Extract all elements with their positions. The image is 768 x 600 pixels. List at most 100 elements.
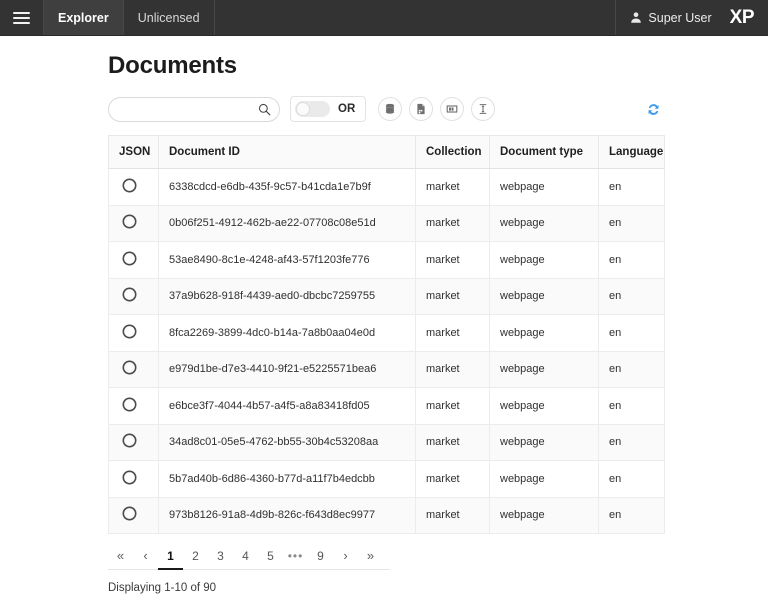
- json-viewer-icon[interactable]: [122, 433, 137, 448]
- json-viewer-cell[interactable]: [108, 277, 159, 315]
- table-row[interactable]: 5b7ad40b-6d86-4360-b77d-a11f7b4edcbb mark…: [108, 460, 665, 498]
- page-first-button[interactable]: «: [108, 546, 133, 570]
- document-types-filter-button[interactable]: [409, 97, 434, 121]
- collection-cell: market: [415, 496, 490, 534]
- json-viewer-icon[interactable]: [122, 214, 137, 229]
- tab-unlicensed[interactable]: Unlicensed: [124, 0, 215, 35]
- row-height-button[interactable]: [471, 97, 496, 121]
- columns-settings-button[interactable]: [440, 97, 465, 121]
- page-button-1[interactable]: 1: [158, 546, 183, 570]
- json-viewer-icon[interactable]: [122, 360, 137, 375]
- document-type-cell: webpage: [489, 387, 599, 425]
- table-row[interactable]: 34ad8c01-05e5-4762-bb55-30b4c53208aa mark…: [108, 423, 665, 461]
- hamburger-menu-button[interactable]: [0, 0, 44, 35]
- document-type-cell: webpage: [489, 423, 599, 461]
- search-box[interactable]: [108, 96, 280, 122]
- document-type-cell: webpage: [489, 314, 599, 352]
- page-button-5[interactable]: 5: [258, 546, 283, 570]
- app-logo: XP: [724, 0, 768, 35]
- document-id-cell: 6338cdcd-e6db-435f-9c57-b41cda1e7b9f: [158, 168, 416, 206]
- user-menu[interactable]: Super User: [616, 0, 723, 35]
- collection-cell: market: [415, 387, 490, 425]
- collection-cell: market: [415, 277, 490, 315]
- document-type-cell: webpage: [489, 496, 599, 534]
- json-viewer-icon[interactable]: [122, 470, 137, 485]
- json-viewer-cell[interactable]: [108, 460, 159, 498]
- table-row[interactable]: 37a9b628-918f-4439-aed0-dbcbc7259755 mark…: [108, 277, 665, 315]
- json-viewer-cell[interactable]: [108, 314, 159, 352]
- document-id-cell: e6bce3f7-4044-4b57-a4f5-a8a83418fd05: [158, 387, 416, 425]
- page-button-3[interactable]: 3: [208, 546, 233, 570]
- document-type-cell: webpage: [489, 350, 599, 388]
- json-viewer-icon[interactable]: [122, 506, 137, 521]
- column-header-language[interactable]: Language: [598, 135, 665, 169]
- page-button-4[interactable]: 4: [233, 546, 258, 570]
- page-previous-button[interactable]: ‹: [133, 546, 158, 570]
- hamburger-menu-icon: [13, 9, 30, 27]
- table-row[interactable]: 0b06f251-4912-462b-ae22-07708c08e51d mark…: [108, 204, 665, 242]
- documents-table-container: JSON Document ID Collection Document typ…: [108, 135, 665, 534]
- collection-cell: market: [415, 460, 490, 498]
- pagination: «‹ 1 2 3 4 5 ••• 9 ›»: [108, 546, 390, 570]
- toggle-knob: [296, 102, 310, 116]
- page-next-button[interactable]: ›: [333, 546, 358, 570]
- language-cell: en: [598, 277, 665, 315]
- json-viewer-cell[interactable]: [108, 168, 159, 206]
- tab-explorer-label: Explorer: [58, 10, 109, 25]
- json-viewer-icon[interactable]: [122, 287, 137, 302]
- document-type-cell: webpage: [489, 168, 599, 206]
- json-viewer-cell[interactable]: [108, 204, 159, 242]
- refresh-button[interactable]: [642, 98, 664, 120]
- table-row[interactable]: 53ae8490-8c1e-4248-af43-57f1203fe776 mark…: [108, 241, 665, 279]
- column-header-document-type[interactable]: Document type: [489, 135, 599, 169]
- language-cell: en: [598, 204, 665, 242]
- table-row[interactable]: 8fca2269-3899-4dc0-b14a-7a8b0aa04e0d mark…: [108, 314, 665, 352]
- collections-filter-button[interactable]: [378, 97, 403, 121]
- json-viewer-icon[interactable]: [122, 397, 137, 412]
- toolbar: OR: [108, 96, 664, 122]
- page-button-9[interactable]: 9: [308, 546, 333, 570]
- json-viewer-cell[interactable]: [108, 350, 159, 388]
- row-height-icon: [479, 104, 487, 114]
- json-viewer-cell[interactable]: [108, 387, 159, 425]
- top-navigation-bar: Explorer Unlicensed Super User XP: [0, 0, 768, 36]
- table-header: JSON Document ID Collection Document typ…: [108, 135, 665, 169]
- collection-cell: market: [415, 314, 490, 352]
- json-viewer-cell[interactable]: [108, 423, 159, 461]
- document-type-cell: webpage: [489, 241, 599, 279]
- columns-icon: [446, 105, 458, 113]
- column-header-document-id[interactable]: Document ID: [158, 135, 416, 169]
- page-last-button[interactable]: »: [358, 546, 383, 570]
- document-id-cell: 5b7ad40b-6d86-4360-b77d-a11f7b4edcbb: [158, 460, 416, 498]
- document-id-cell: e979d1be-d7e3-4410-9f21-e5225571bea6: [158, 350, 416, 388]
- operator-toggle[interactable]: [295, 101, 330, 117]
- table-row[interactable]: 973b8126-91a8-4d9b-826c-f643d8ec9977 mark…: [108, 496, 665, 534]
- json-viewer-icon[interactable]: [122, 324, 137, 339]
- page-ellipsis-button: •••: [287, 548, 304, 563]
- language-cell: en: [598, 387, 665, 425]
- page-button-2[interactable]: 2: [183, 546, 208, 570]
- table-row[interactable]: e6bce3f7-4044-4b57-a4f5-a8a83418fd05 mark…: [108, 387, 665, 425]
- language-cell: en: [598, 241, 665, 279]
- app-logo-text: XP: [729, 6, 755, 28]
- json-viewer-icon[interactable]: [122, 251, 137, 266]
- tab-explorer[interactable]: Explorer: [44, 0, 124, 35]
- column-header-collection[interactable]: Collection: [415, 135, 490, 169]
- document-type-cell: webpage: [489, 460, 599, 498]
- search-input[interactable]: [109, 97, 279, 121]
- collection-cell: market: [415, 204, 490, 242]
- document-id-cell: 37a9b628-918f-4439-aed0-dbcbc7259755: [158, 277, 416, 315]
- table-header-row: JSON Document ID Collection Document typ…: [108, 135, 665, 169]
- document-type-cell: webpage: [489, 277, 599, 315]
- language-cell: en: [598, 460, 665, 498]
- json-viewer-icon[interactable]: [122, 178, 137, 193]
- column-header-json[interactable]: JSON: [108, 135, 159, 169]
- table-row[interactable]: e979d1be-d7e3-4410-9f21-e5225571bea6 mark…: [108, 350, 665, 388]
- json-viewer-cell[interactable]: [108, 496, 159, 534]
- language-cell: en: [598, 350, 665, 388]
- topbar-spacer: [215, 0, 617, 35]
- document-type-cell: webpage: [489, 204, 599, 242]
- json-viewer-cell[interactable]: [108, 241, 159, 279]
- user-name: Super User: [648, 10, 712, 25]
- table-row[interactable]: 6338cdcd-e6db-435f-9c57-b41cda1e7b9f mark…: [108, 168, 665, 206]
